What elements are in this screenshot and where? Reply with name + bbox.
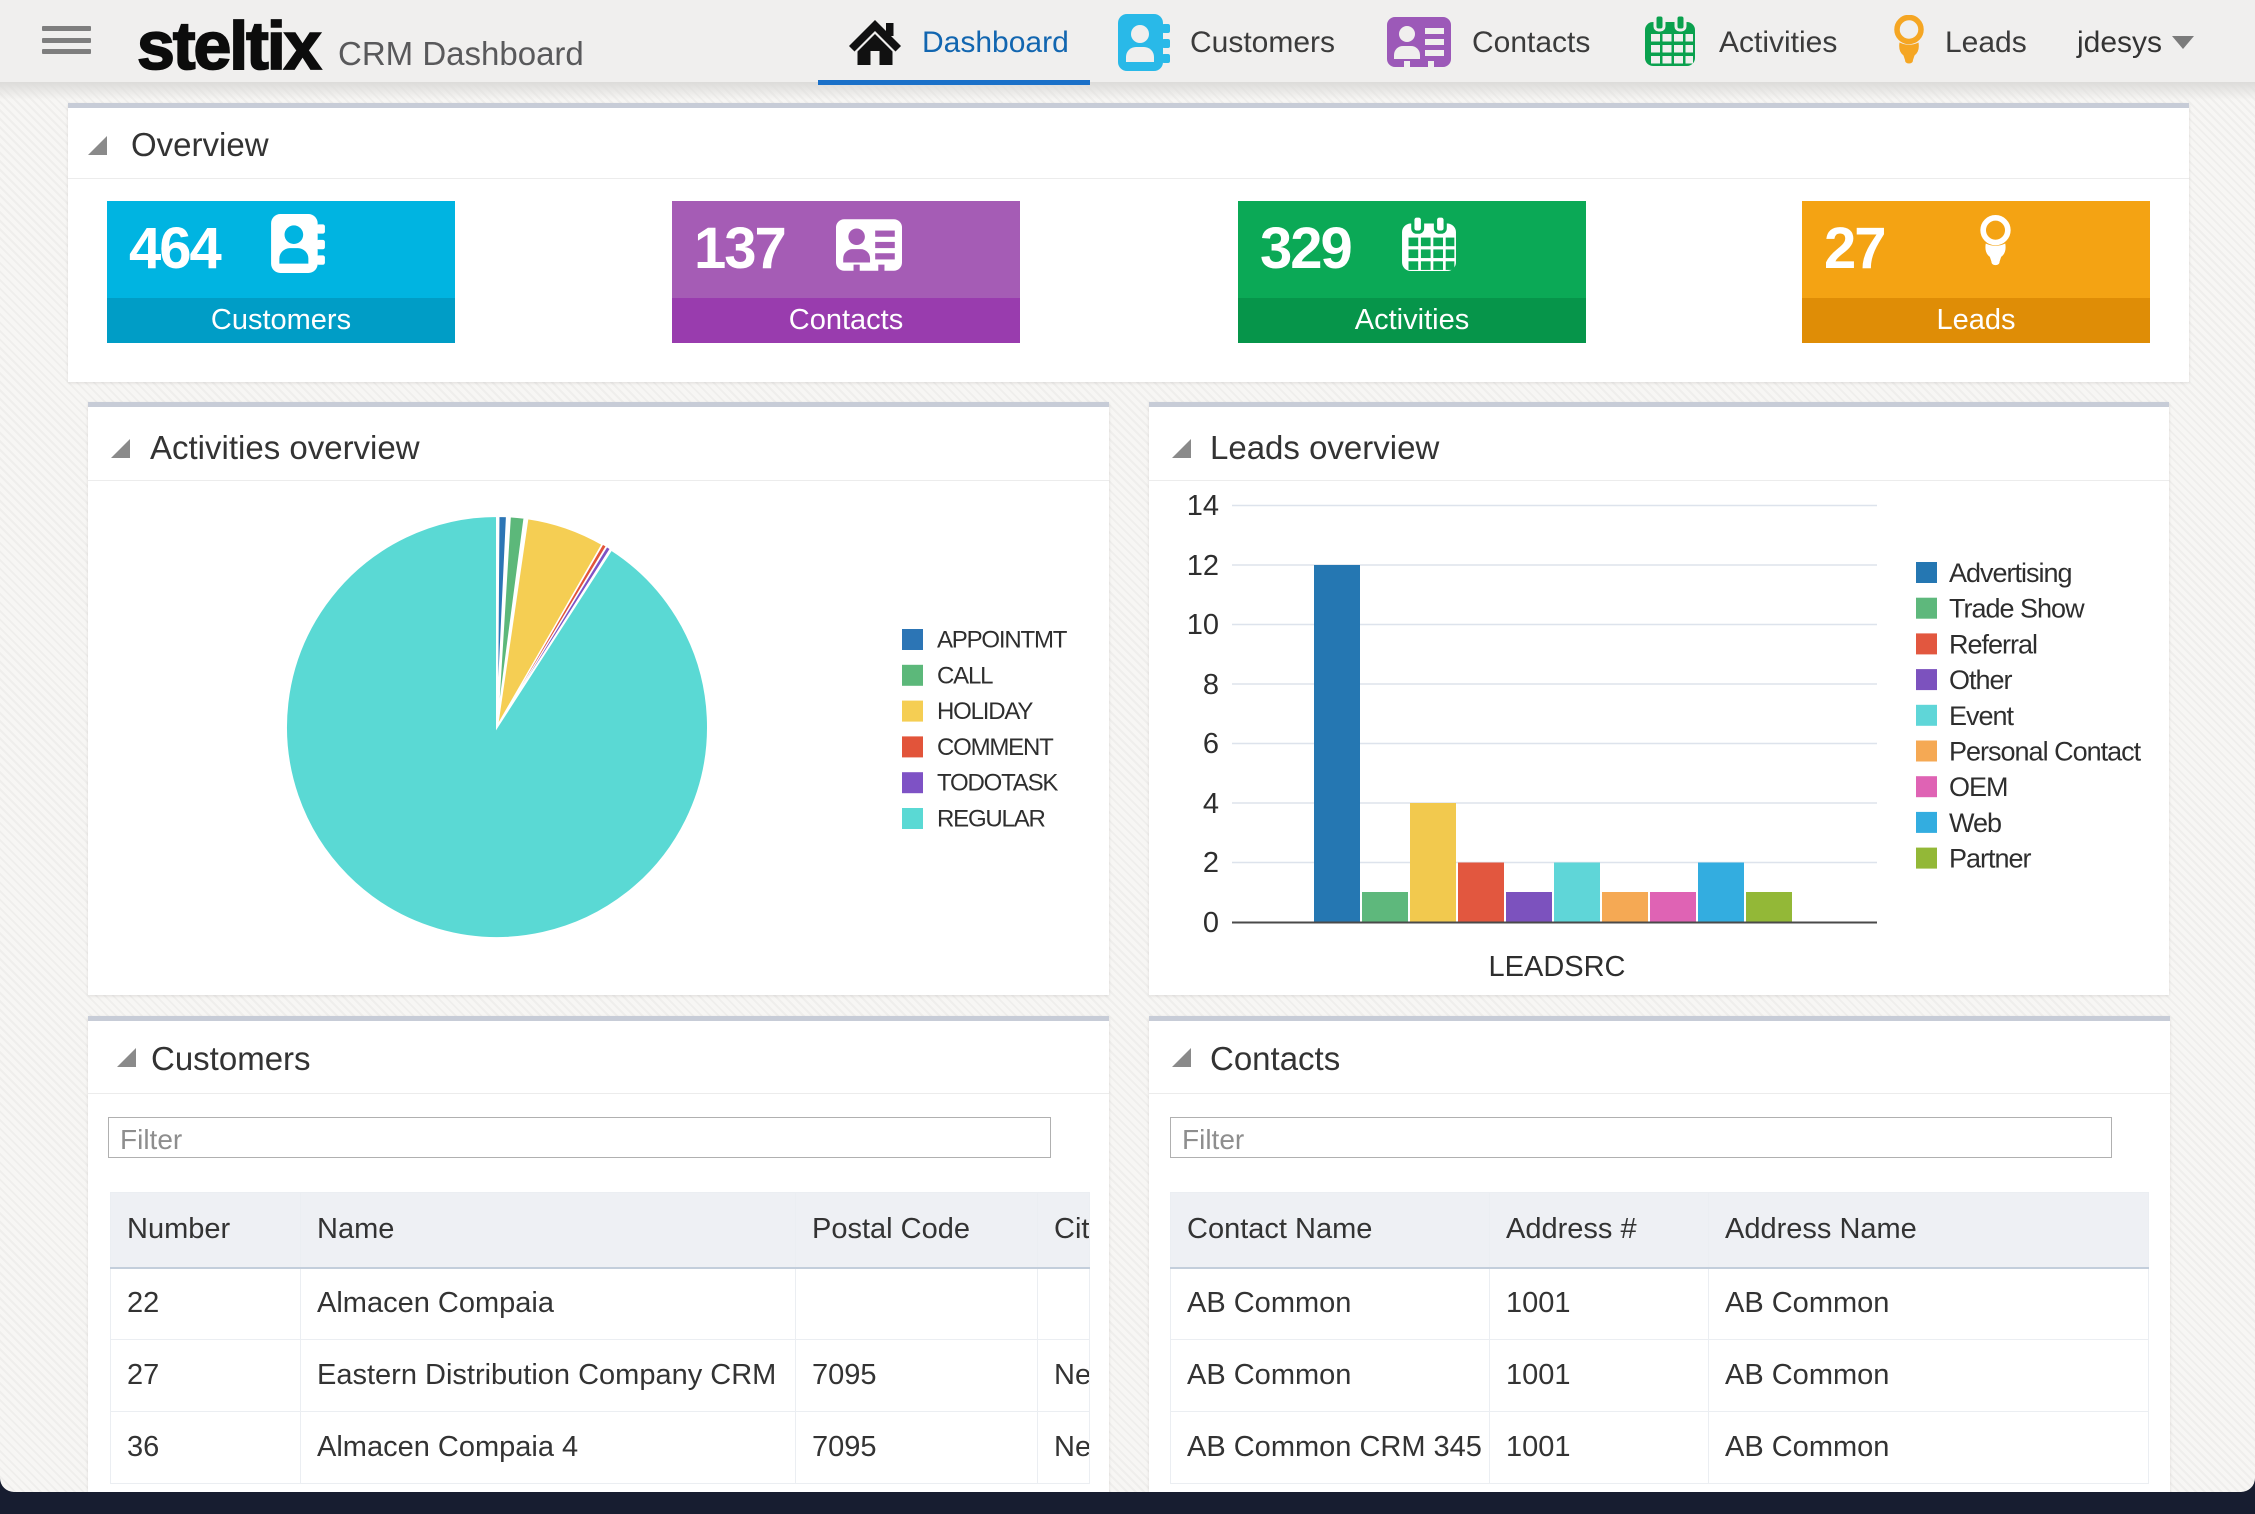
svg-text:Web: Web: [1949, 808, 2001, 838]
svg-text:Partner: Partner: [1949, 844, 2032, 874]
svg-text:CALL: CALL: [937, 662, 993, 689]
svg-text:12: 12: [1187, 550, 1219, 582]
svg-text:REGULAR: REGULAR: [937, 806, 1045, 833]
svg-text:TODOTASK: TODOTASK: [937, 770, 1058, 797]
svg-text:OEM: OEM: [1949, 772, 2008, 802]
svg-text:2: 2: [1203, 847, 1219, 879]
svg-text:14: 14: [1187, 490, 1219, 522]
svg-text:Event: Event: [1949, 701, 2015, 731]
svg-text:Other: Other: [1949, 665, 2013, 695]
svg-text:APPOINTMT: APPOINTMT: [937, 627, 1068, 654]
svg-text:LEADSRC: LEADSRC: [1489, 951, 1626, 983]
svg-text:HOLIDAY: HOLIDAY: [937, 698, 1033, 725]
svg-text:8: 8: [1203, 669, 1219, 701]
svg-text:10: 10: [1187, 609, 1219, 641]
svg-text:COMMENT: COMMENT: [937, 734, 1054, 761]
svg-text:Trade Show: Trade Show: [1949, 594, 2085, 624]
svg-text:6: 6: [1203, 728, 1219, 760]
svg-text:0: 0: [1203, 907, 1219, 939]
svg-text:4: 4: [1203, 788, 1219, 820]
svg-text:Referral: Referral: [1949, 629, 2037, 659]
svg-text:Advertising: Advertising: [1949, 558, 2072, 588]
svg-text:Personal Contact: Personal Contact: [1949, 737, 2142, 767]
